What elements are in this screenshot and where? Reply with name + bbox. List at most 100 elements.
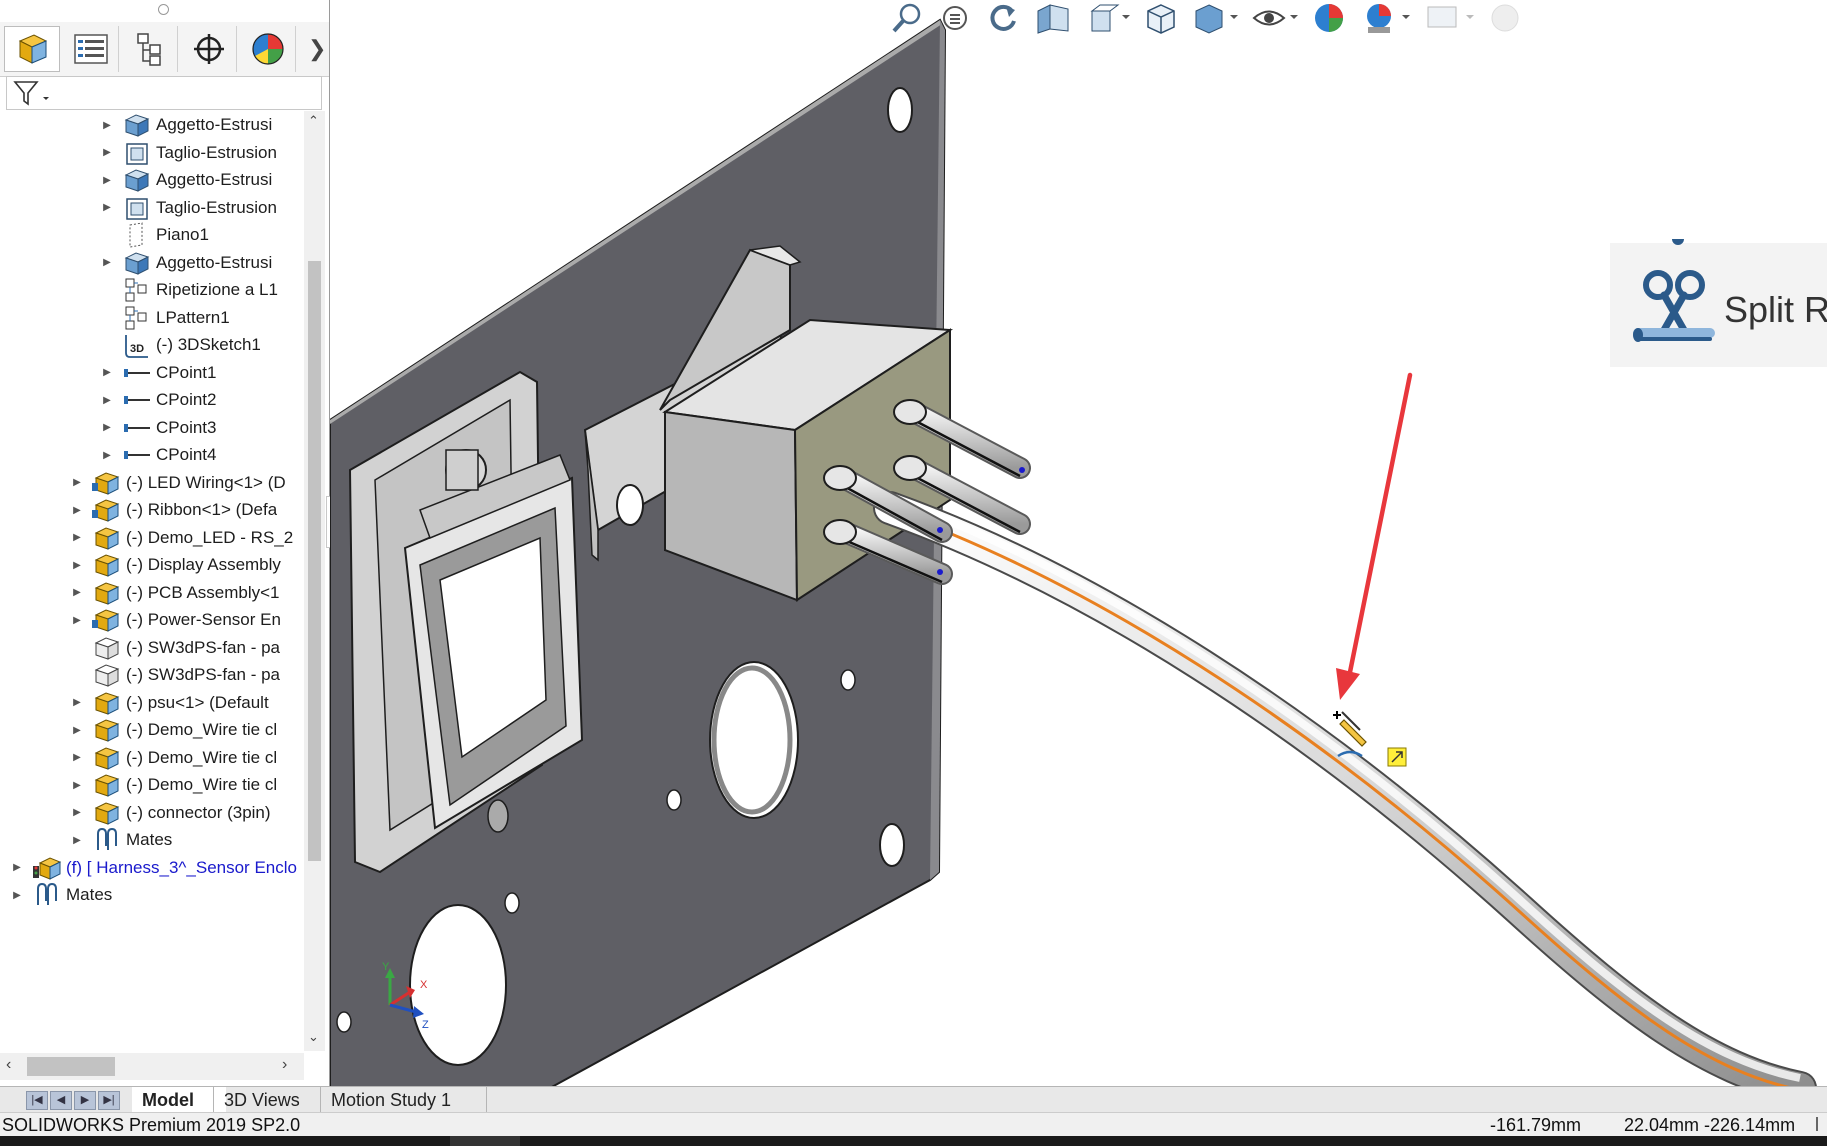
status-product: SOLIDWORKS Premium 2019 SP2.0 [2, 1115, 301, 1135]
assembly-icon [92, 798, 122, 828]
expand-arrow-icon[interactable]: ▶ [70, 532, 84, 543]
expand-arrow-icon[interactable]: ▶ [70, 807, 84, 818]
tree-item-label: (-) Demo_Wire tie cl [126, 775, 278, 794]
tree-item-label: (-) Power-Sensor En [126, 610, 281, 629]
connection-point-icon [122, 358, 152, 388]
status-right-grip [1816, 1117, 1826, 1131]
display-manager-tab[interactable] [240, 26, 296, 72]
last-tab-icon[interactable]: ▶| [98, 1091, 120, 1110]
assembly-icon [92, 550, 122, 580]
linear-pattern-icon [122, 303, 152, 333]
svg-text:X: X [420, 979, 428, 991]
extrude-boss-icon [122, 165, 152, 195]
expand-arrow-icon[interactable]: ▶ [70, 835, 84, 846]
expand-arrow-icon[interactable]: ▶ [70, 780, 84, 791]
tab-3d-views[interactable]: 3D Views [213, 1087, 322, 1113]
model-view[interactable]: Y X Z [330, 0, 1827, 1088]
tree-item-label: (-) SW3dPS-fan - pa [126, 637, 280, 657]
vertical-scrollbar[interactable]: ⌃ ⌄ [304, 111, 325, 1051]
expand-arrow-icon[interactable]: ▶ [70, 587, 84, 598]
split-route-callout: Split Route [1610, 239, 1827, 367]
scroll-right-arrow[interactable]: › [282, 1056, 287, 1074]
tree-item[interactable]: ▶ Mates [10, 879, 112, 911]
graphics-area[interactable]: Y X Z Split Route [330, 0, 1827, 1088]
expand-arrow-icon[interactable]: ▶ [100, 257, 114, 268]
tab-model[interactable]: Model [132, 1087, 226, 1113]
expand-arrow-icon[interactable]: ▶ [70, 615, 84, 626]
subassembly-icon [92, 495, 122, 525]
linear-pattern-icon [122, 275, 152, 305]
assembly-icon [92, 523, 122, 553]
feature-manager-panel: ❯ ▶ Aggetto-Estrusi ▶ Taglio-Estrusion ▶ Agge… [0, 0, 342, 1088]
expand-arrow-icon[interactable]: ▶ [100, 367, 114, 378]
expand-arrow-icon[interactable]: ▶ [100, 202, 114, 213]
first-tab-icon[interactable]: |◀ [26, 1091, 48, 1110]
expand-arrow-icon[interactable]: ▶ [10, 890, 24, 901]
subassembly-icon [92, 468, 122, 498]
dimxpert-manager-tab[interactable] [181, 26, 237, 72]
vertical-scroll-thumb[interactable] [308, 261, 321, 861]
scroll-up-arrow[interactable]: ⌃ [308, 113, 319, 129]
expand-arrow-icon[interactable]: ▶ [100, 422, 114, 433]
property-manager-icon [73, 34, 108, 64]
expand-arrow-icon[interactable]: ▶ [70, 725, 84, 736]
configuration-manager-tab[interactable] [122, 26, 178, 72]
tree-item-label: LPattern1 [156, 307, 230, 327]
tab-motion-study[interactable]: Motion Study 1 [320, 1087, 487, 1113]
scissors-icon [1633, 270, 1715, 342]
expand-arrow-icon[interactable]: ▶ [100, 147, 114, 158]
connection-point-icon [122, 413, 152, 443]
split-route-label: Split Route [1724, 289, 1827, 330]
prev-tab-icon[interactable]: ◀ [50, 1091, 72, 1110]
tree-item-label: CPoint4 [156, 445, 217, 464]
extrude-boss-icon [122, 248, 152, 278]
harness-assembly-icon [32, 853, 62, 883]
scroll-left-arrow[interactable]: ‹ [6, 1056, 11, 1074]
crosshair-icon [193, 34, 224, 64]
status-bar: SOLIDWORKS Premium 2019 SP2.0 -161.79mm … [0, 1112, 1827, 1137]
mates-icon [92, 825, 122, 855]
tree-item-label: Piano1 [156, 225, 209, 244]
expand-arrow-icon[interactable]: ▶ [70, 505, 84, 516]
wire-harness-cable[interactable] [873, 491, 1817, 1088]
property-manager-tab[interactable] [63, 26, 119, 72]
svg-text:Y: Y [382, 961, 390, 973]
panel-grip[interactable] [158, 4, 169, 15]
expand-arrow-icon[interactable]: ▶ [10, 862, 24, 873]
next-tab-icon[interactable]: ▶ [74, 1091, 96, 1110]
taskbar-strip [0, 1136, 1827, 1146]
bottom-tab-bar: |◀ ◀ ▶ ▶| Model 3D Views Motion Study 1 [0, 1086, 1827, 1113]
tree-item-label: (f) [ Harness_3^_Sensor Enclo [66, 857, 297, 877]
expand-arrow-icon[interactable]: ▶ [100, 175, 114, 186]
tree-item-label: CPoint1 [156, 362, 217, 382]
horizontal-scrollbar[interactable]: ‹ › [0, 1053, 304, 1080]
extrude-cut-icon [122, 193, 152, 223]
expand-arrow-icon[interactable]: ▶ [100, 120, 114, 131]
tree-item-label: (-) LED Wiring<1> (D [126, 472, 286, 492]
tree-item-label: Aggetto-Estrusi [156, 115, 273, 134]
expand-arrow-icon[interactable]: ▶ [70, 477, 84, 488]
expand-arrow-icon[interactable]: ▶ [100, 395, 114, 406]
tree-item-label: Aggetto-Estrusi [156, 252, 273, 272]
tree-item-label: (-) Demo_Wire tie cl [126, 720, 278, 739]
assembly-icon [92, 770, 122, 800]
part-icon [92, 660, 122, 690]
tree-item-label: (-) Ribbon<1> (Defa [126, 500, 278, 519]
3d-sketch-icon: 3D [122, 330, 152, 360]
expand-arrow-icon[interactable]: ▶ [70, 560, 84, 571]
scroll-down-arrow[interactable]: ⌄ [308, 1029, 319, 1045]
svg-text:Z: Z [422, 1019, 429, 1031]
feature-manager-tab[interactable] [4, 26, 60, 72]
mates-icon [32, 880, 62, 910]
display-manager-icon [251, 33, 284, 65]
expand-arrow-icon[interactable]: ▶ [70, 697, 84, 708]
expand-arrow-icon[interactable]: ▶ [100, 450, 114, 461]
tree-item-label: CPoint2 [156, 390, 217, 409]
horizontal-scroll-thumb[interactable] [27, 1057, 115, 1076]
filter-box[interactable] [6, 76, 322, 110]
chevron-right-icon[interactable]: ❯ [308, 36, 326, 62]
feature-tree: ▶ Aggetto-Estrusi ▶ Taglio-Estrusion ▶ Aggett… [0, 111, 304, 1051]
tab-nav-arrows[interactable]: |◀ ◀ ▶ ▶| [26, 1091, 120, 1110]
assembly-icon [92, 578, 122, 608]
expand-arrow-icon[interactable]: ▶ [70, 752, 84, 763]
